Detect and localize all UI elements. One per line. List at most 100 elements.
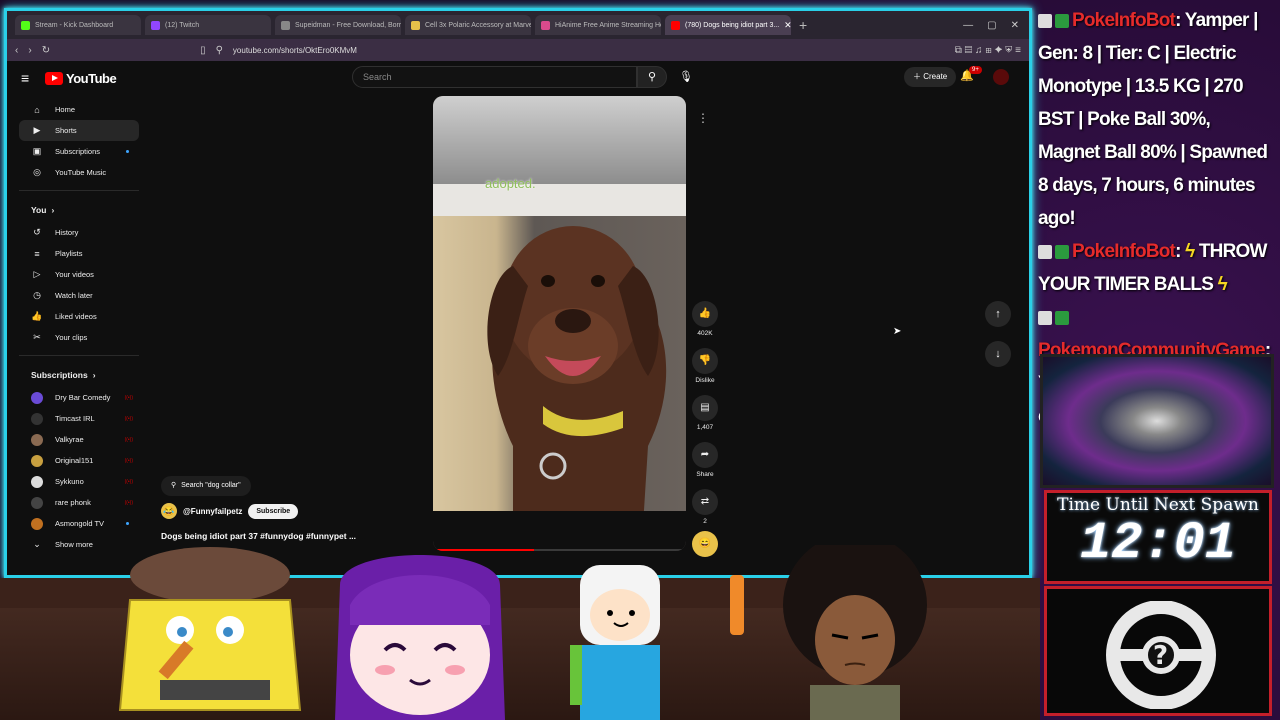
lightning-icon: ϟ (1213, 274, 1228, 295)
thumbs-up-icon: 👍 (692, 301, 718, 327)
browser-tab[interactable]: Stream - Kick Dashboard (15, 15, 141, 35)
sidebar-item-home[interactable]: ⌂ Home (19, 99, 139, 120)
sidebar-item-label: Shorts (55, 126, 77, 135)
minimize-icon[interactable]: — (963, 20, 973, 31)
thumbs-down-icon: 👎 (692, 348, 718, 374)
back-icon[interactable]: ‹ (15, 45, 18, 56)
subscriptions-header[interactable]: Subscriptions › (19, 363, 139, 387)
like-button[interactable]: 👍 402K (691, 301, 719, 337)
subscription-item[interactable]: rare phonk ((•)) (19, 492, 139, 513)
comment-count: 1,407 (696, 424, 714, 431)
short-video[interactable]: adopted. (433, 96, 686, 551)
subscription-item[interactable]: Timcast IRL ((•)) (19, 408, 139, 429)
url-field[interactable]: youtube.com/shorts/OktEro0KMvM (233, 46, 945, 55)
subscribe-button[interactable]: Subscribe (248, 503, 299, 519)
you-header-label: You (31, 205, 47, 215)
browser-tab[interactable]: (12) Twitch (145, 15, 271, 35)
live-icon: ((•)) (124, 436, 133, 443)
spawn-timer: Time Until Next Spawn 12:01 (1044, 490, 1272, 584)
youtube-logo[interactable]: YouTube (45, 71, 117, 86)
finn-avatar (570, 565, 744, 720)
sidebar-item-label: Dry Bar Comedy (55, 393, 111, 402)
search-input[interactable]: Search (352, 66, 637, 88)
sidebar-item-watch-later-icon: ◷ (33, 290, 41, 300)
share-icon: ➦ (692, 442, 718, 468)
create-button[interactable]: ＋ Create (904, 67, 957, 87)
sound-thumbnail[interactable]: 😄 (691, 531, 719, 560)
chat-username: PokeInfoBot (1072, 10, 1176, 31)
close-window-icon[interactable]: ✕ (1011, 20, 1019, 31)
reload-icon[interactable]: ↻ (42, 45, 50, 56)
mouse-cursor-icon: ➤ (893, 326, 902, 337)
close-icon[interactable]: ✕ (784, 20, 791, 31)
video-bg-top (433, 96, 686, 184)
address-bar: ‹ › ↻ ▯ ⚲ youtube.com/shorts/OktEro0KMvM… (7, 39, 1029, 61)
menu-icon[interactable]: ≡ (21, 70, 29, 86)
tab-label: Cell 3x Polaric Accessory at Marvel P... (425, 21, 531, 29)
sidebar: ⌂ Home ▶ Shorts ▣ Subscriptions ◎ YouTube Music… (19, 99, 139, 555)
chat-text: : Yamper | Gen: 8 | Tier: C | Electric M… (1038, 10, 1268, 229)
search-icon[interactable]: ⚲ (637, 66, 667, 88)
subscription-item[interactable]: Original151 ((•)) (19, 450, 139, 471)
lightning-icon: ϟ (1185, 241, 1199, 262)
more-icon[interactable]: ⋮ (697, 111, 709, 125)
video-caption: adopted. (485, 176, 536, 191)
arrow-down-icon[interactable]: ↓ (985, 341, 1011, 367)
badge-icon (1055, 13, 1069, 28)
forward-icon[interactable]: › (28, 45, 31, 56)
timer-label: Time Until Next Spawn (1057, 495, 1259, 515)
subscription-item[interactable]: Dry Bar Comedy ((•)) (19, 387, 139, 408)
channel-name[interactable]: @Funnyfailpetz (183, 507, 242, 516)
remix-button[interactable]: ⇄ 2 (691, 489, 719, 525)
search-suggestion-pill[interactable]: ⚲ Search "dog collar" (161, 476, 251, 496)
subscription-item[interactable]: Sykkuno ((•)) (19, 471, 139, 492)
arrow-up-icon[interactable]: ↑ (985, 301, 1011, 327)
sidebar-item-youtube-music[interactable]: ◎ YouTube Music (19, 162, 139, 183)
sidebar-item-liked-videos[interactable]: 👍 Liked videos (19, 306, 139, 327)
purple-hair-avatar (335, 555, 505, 720)
sidebar-item-label: Your videos (55, 270, 94, 279)
avatar[interactable] (993, 69, 1009, 85)
sidebar-item-label: Timcast IRL (55, 414, 95, 423)
live-icon: ((•)) (124, 415, 133, 422)
sidebar-item-shorts[interactable]: ▶ Shorts (19, 120, 139, 141)
tab-label: Stream - Kick Dashboard (35, 21, 114, 29)
bookmark-icon[interactable]: ▯ (200, 45, 206, 56)
browser-tab[interactable]: HiAnime Free Anime Streaming Hom... (535, 15, 661, 35)
sidebar-item-playlists-icon: ≡ (34, 248, 40, 259)
sidebar-item-playlists[interactable]: ≡ Playlists (19, 243, 139, 264)
sidebar-item-label: History (55, 228, 79, 237)
chat-message: PokeInfoBot: Yamper | Gen: 8 | Tier: C |… (1038, 4, 1276, 235)
extensions-icon[interactable]: ⧉ ▤ ♫ ⊞ ✦ ⛨ ≡ (955, 45, 1021, 56)
subscription-item[interactable]: Asmongold TV (19, 513, 139, 534)
you-header[interactable]: You › (19, 198, 139, 222)
mic-icon[interactable]: 🎙 (675, 67, 697, 89)
maximize-icon[interactable]: ▢ (987, 20, 996, 31)
channel-row: 😂 @Funnyfailpetz Subscribe (161, 503, 299, 519)
sidebar-item-your-clips-icon: ✂ (33, 332, 41, 342)
sidebar-item-subscriptions[interactable]: ▣ Subscriptions (19, 141, 139, 162)
dislike-button[interactable]: 👎 Dislike (691, 348, 719, 384)
tab-label: (780) Dogs being idiot part 3... (685, 21, 780, 29)
share-label: Share (696, 471, 714, 478)
site-info-icon[interactable]: ⚲ (216, 45, 223, 56)
sidebar-item-label: Home (55, 105, 76, 114)
sidebar-item-history[interactable]: ↺ History (19, 222, 139, 243)
subscription-item[interactable]: Valkyrae ((•)) (19, 429, 139, 450)
browser-tab[interactable]: Supeidman - Free Download, Borro... (275, 15, 401, 35)
browser-tab[interactable]: (780) Dogs being idiot part 3... ✕ (665, 15, 791, 35)
browser-tab[interactable]: Cell 3x Polaric Accessory at Marvel P... (405, 15, 531, 35)
sidebar-item-watch-later[interactable]: ◷ Watch later (19, 285, 139, 306)
spongebob-avatar (118, 547, 302, 711)
sidebar-item-shorts-icon: ▶ (33, 125, 41, 135)
new-dot (126, 522, 129, 525)
sidebar-item-your-videos[interactable]: ▷ Your videos (19, 264, 139, 285)
share-button[interactable]: ➦ Share (691, 442, 719, 478)
sidebar-item-your-clips[interactable]: ✂ Your clips (19, 327, 139, 348)
channel-avatar[interactable]: 😂 (161, 503, 177, 519)
comments-button[interactable]: ▤ 1,407 (691, 395, 719, 431)
divider (19, 355, 139, 356)
new-tab-button[interactable]: + (799, 17, 807, 33)
sidebar-item-label: Watch later (55, 291, 93, 300)
chevron-right-icon: › (92, 370, 96, 380)
